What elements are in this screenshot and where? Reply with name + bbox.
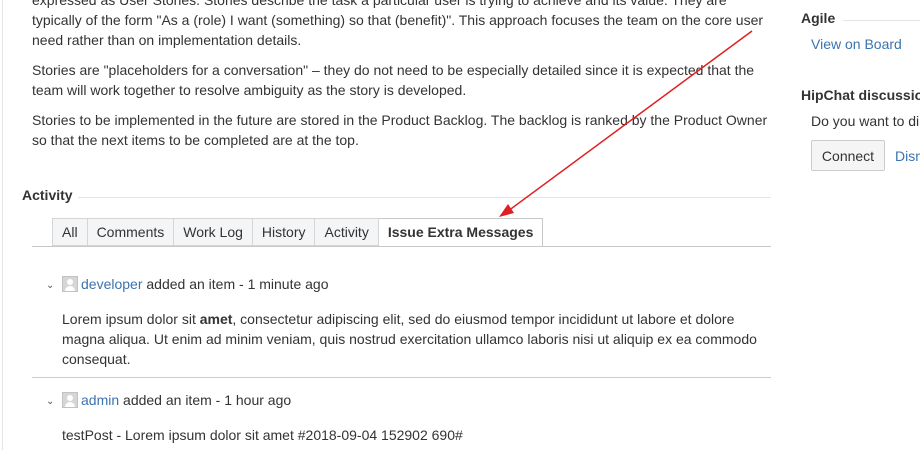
user-link[interactable]: admin [81, 392, 119, 408]
activity-divider [78, 197, 771, 198]
activity-heading: Activity [22, 187, 73, 203]
activity-entry: ⌄ admin added an item - 1 hour ago testP… [46, 390, 771, 445]
tab-issue-extra-messages[interactable]: Issue Extra Messages [378, 218, 544, 247]
entry-header: ⌄ admin added an item - 1 hour ago [46, 390, 771, 410]
tabs-divider [32, 246, 771, 247]
left-border [2, 0, 3, 450]
entry-body: testPost - Lorem ipsum dolor sit amet #2… [62, 427, 463, 443]
entry-bold-text: amet [199, 311, 233, 327]
hipchat-heading: HipChat discussio [801, 87, 920, 103]
entry-action: added an item - 1 minute ago [146, 276, 329, 292]
description-paragraph: expressed as User Stories. Stories descr… [32, 0, 764, 48]
hipchat-prompt: Do you want to di [811, 113, 920, 129]
tab-comments[interactable]: Comments [86, 218, 174, 246]
chevron-down-icon[interactable]: ⌄ [46, 280, 56, 291]
tab-all[interactable]: All [52, 218, 87, 246]
view-on-board-link[interactable]: View on Board [811, 36, 902, 52]
entry-action: added an item - 1 hour ago [123, 392, 292, 408]
agile-divider [843, 20, 920, 21]
chevron-down-icon[interactable]: ⌄ [46, 396, 56, 407]
tab-work-log[interactable]: Work Log [173, 218, 252, 246]
entry-header: ⌄ developer added an item - 1 minute ago [46, 274, 771, 294]
description-paragraph: Stories to be implemented in the future … [32, 112, 768, 148]
issue-description: expressed as User Stories. Stories descr… [32, 0, 772, 160]
arrow-head [499, 204, 514, 217]
user-avatar-icon [62, 392, 78, 408]
tab-activity[interactable]: Activity [314, 218, 379, 246]
entry-body: Lorem ipsum dolor sit amet, consectetur … [62, 309, 762, 369]
entry-text: Lorem ipsum dolor sit [62, 311, 200, 327]
activity-tabs: All Comments Work Log History Activity I… [52, 218, 544, 247]
dismiss-link[interactable]: Dism [895, 148, 920, 164]
description-paragraph: Stories are "placeholders for a conversa… [32, 62, 755, 98]
activity-entry: ⌄ developer added an item - 1 minute ago… [46, 274, 771, 369]
tab-history[interactable]: History [251, 218, 315, 246]
agile-heading: Agile [801, 10, 836, 26]
entry-divider [32, 377, 771, 378]
sidebar: Agile View on Board HipChat discussio Do… [801, 0, 920, 450]
user-avatar-icon [62, 276, 78, 292]
user-link[interactable]: developer [81, 276, 143, 292]
connect-button[interactable]: Connect [811, 140, 885, 171]
